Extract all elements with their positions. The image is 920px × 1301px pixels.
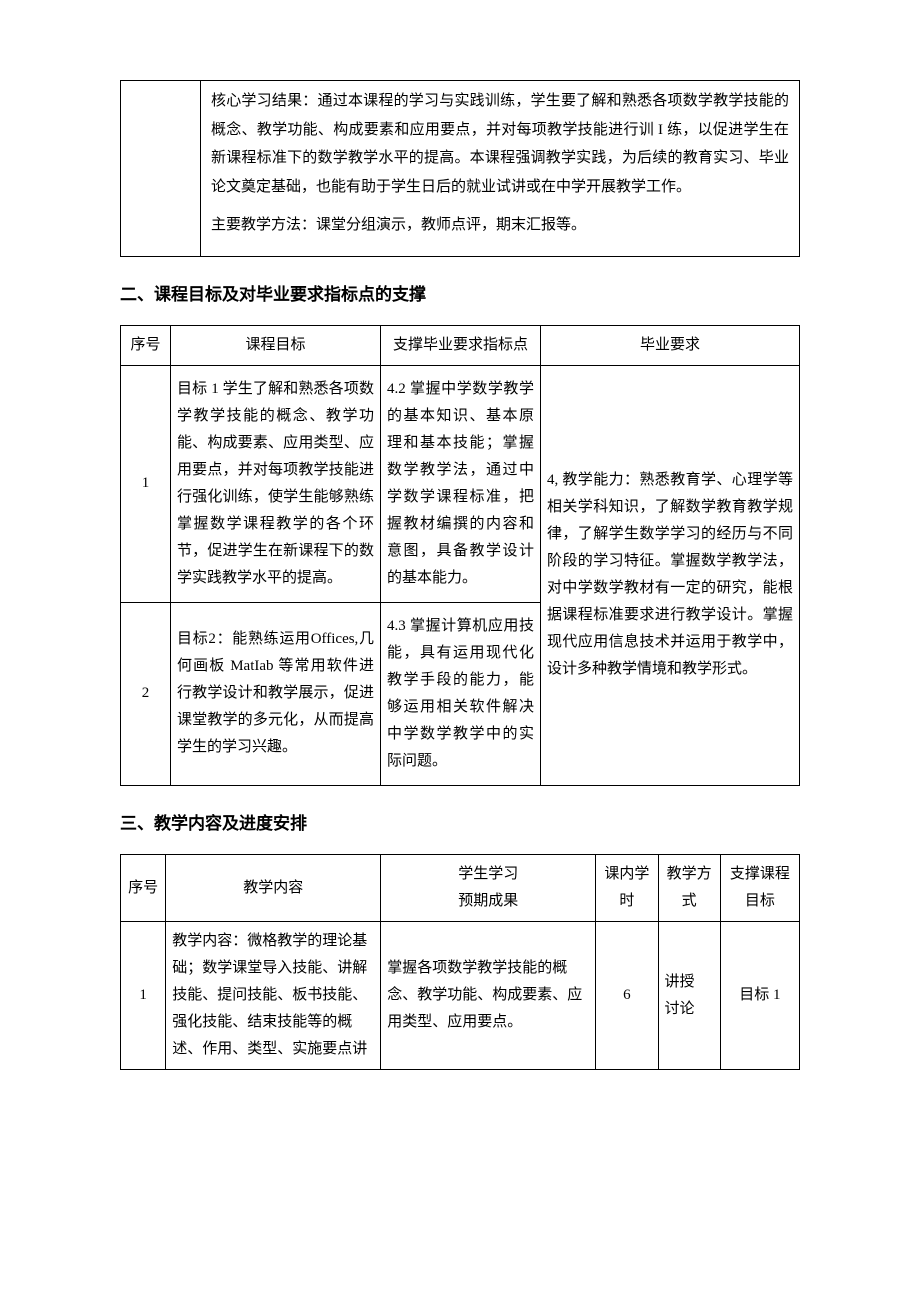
header-method: 教学方式 bbox=[658, 855, 720, 922]
seq-cell: 2 bbox=[121, 602, 171, 785]
table-header-row: 序号 教学内容 学生学习 预期成果 课内学时 教学方式 支撑课程目标 bbox=[121, 855, 800, 922]
table-header-row: 序号 课程目标 支撑毕业要求指标点 毕业要求 bbox=[121, 325, 800, 365]
support-cell: 目标 1 bbox=[720, 922, 799, 1070]
seq-cell: 1 bbox=[121, 365, 171, 602]
header-content: 教学内容 bbox=[166, 855, 381, 922]
method-cell: 讲授 讨论 bbox=[658, 922, 720, 1070]
hours-cell: 6 bbox=[596, 922, 658, 1070]
header-goal: 课程目标 bbox=[171, 325, 381, 365]
teaching-method-paragraph: 主要教学方法：课堂分组演示，教师点评，期末汇报等。 bbox=[211, 211, 789, 240]
outcome-cell: 掌握各项数学教学技能的概念、教学功能、构成要素、应用类型、应用要点。 bbox=[381, 922, 596, 1070]
section-3-heading: 三、教学内容及进度安排 bbox=[120, 808, 800, 840]
point-cell: 4.3 掌握计算机应用技能，具有运用现代化教学手段的能力，能够运用相关软件解决中… bbox=[381, 602, 541, 785]
header-hours: 课内学时 bbox=[596, 855, 658, 922]
course-goal-table: 序号 课程目标 支撑毕业要求指标点 毕业要求 1 目标 1 学生了解和熟悉各项数… bbox=[120, 325, 800, 786]
section-2-heading: 二、课程目标及对毕业要求指标点的支撑 bbox=[120, 279, 800, 311]
requirement-cell: 4, 教学能力：熟悉教育学、心理学等相关学科知识，了解数学教育教学规律，了解学生… bbox=[541, 365, 800, 785]
table-row: 1 教学内容：微格教学的理论基础；数学课堂导入技能、讲解技能、提问技能、板书技能… bbox=[121, 922, 800, 1070]
header-outcome: 学生学习 预期成果 bbox=[381, 855, 596, 922]
summary-left-blank bbox=[121, 81, 201, 256]
goal-cell: 目标2：能熟练运用Offices,几何画板 MatIab 等常用软件进行教学设计… bbox=[171, 602, 381, 785]
header-seq: 序号 bbox=[121, 855, 166, 922]
header-seq: 序号 bbox=[121, 325, 171, 365]
header-support: 支撑课程目标 bbox=[720, 855, 799, 922]
course-summary-box: 核心学习结果：通过本课程的学习与实践训练，学生要了解和熟悉各项数学教学技能的概念… bbox=[120, 80, 800, 257]
teaching-schedule-table: 序号 教学内容 学生学习 预期成果 课内学时 教学方式 支撑课程目标 1 教学内… bbox=[120, 854, 800, 1070]
point-cell: 4.2 掌握中学数学教学的基本知识、基本原理和基本技能；掌握数学教学法，通过中学… bbox=[381, 365, 541, 602]
seq-cell: 1 bbox=[121, 922, 166, 1070]
content-cell: 教学内容：微格教学的理论基础；数学课堂导入技能、讲解技能、提问技能、板书技能、强… bbox=[166, 922, 381, 1070]
core-outcome-paragraph: 核心学习结果：通过本课程的学习与实践训练，学生要了解和熟悉各项数学教学技能的概念… bbox=[211, 87, 789, 201]
header-requirement: 毕业要求 bbox=[541, 325, 800, 365]
header-point: 支撑毕业要求指标点 bbox=[381, 325, 541, 365]
summary-content: 核心学习结果：通过本课程的学习与实践训练，学生要了解和熟悉各项数学教学技能的概念… bbox=[201, 81, 799, 256]
table-row: 1 目标 1 学生了解和熟悉各项数学教学技能的概念、教学功能、构成要素、应用类型… bbox=[121, 365, 800, 602]
goal-cell: 目标 1 学生了解和熟悉各项数学教学技能的概念、教学功能、构成要素、应用类型、应… bbox=[171, 365, 381, 602]
